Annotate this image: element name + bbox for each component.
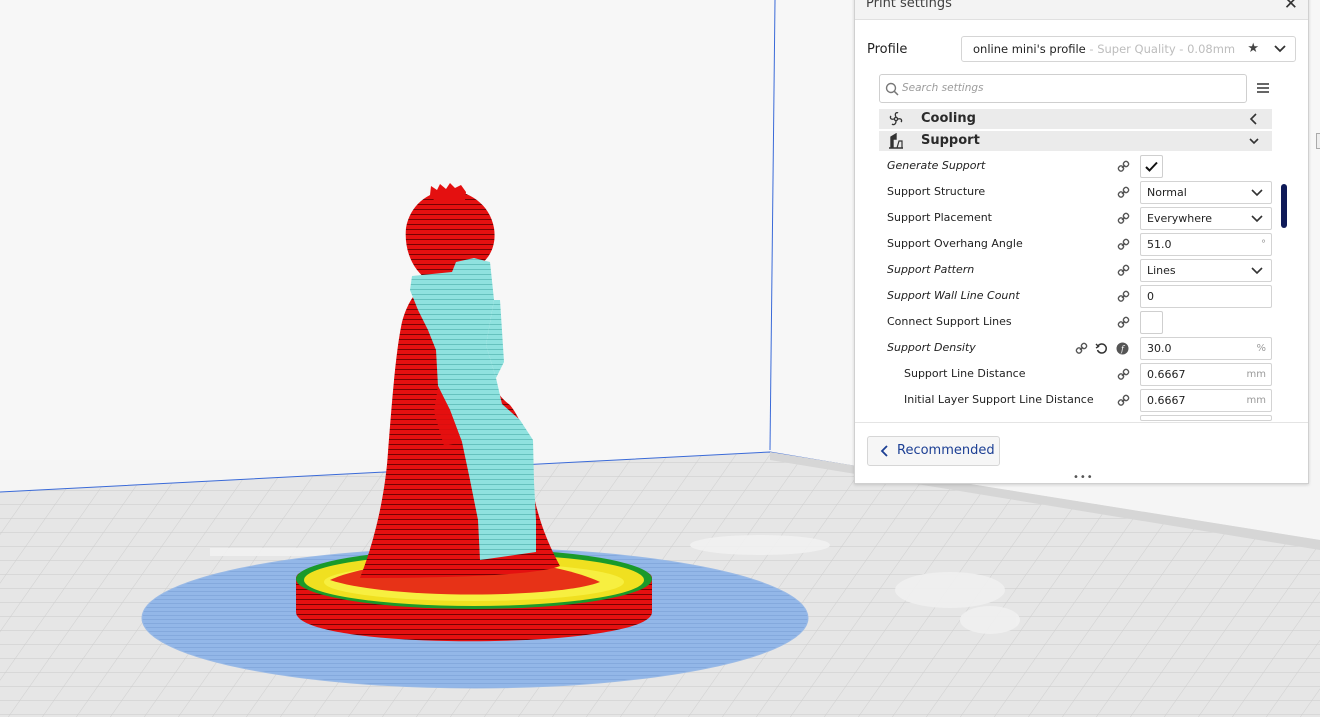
field-unit: mm (1246, 369, 1266, 380)
panel-header: Print settings ✕ (855, 0, 1308, 20)
dropdown-value: Lines (1147, 264, 1176, 277)
chevron-down-icon (1251, 267, 1263, 275)
link-icon[interactable] (1117, 316, 1130, 329)
setting-support-density: Support Density f 30.0 % (879, 337, 1275, 361)
setting-label: Initial Layer Support Line Distance (904, 393, 1094, 406)
category-cooling[interactable]: Cooling (879, 109, 1272, 129)
setting-label: Support Pattern (887, 263, 975, 276)
profile-quality: - Super Quality - 0.08mm (1085, 42, 1236, 56)
setting-support-structure: Support Structure Normal (879, 181, 1275, 205)
setting-support-wall-line-count: Support Wall Line Count 0 (879, 285, 1275, 309)
star-icon[interactable]: ★ (1247, 37, 1259, 61)
link-icon[interactable] (1117, 394, 1130, 407)
fan-icon (889, 111, 903, 126)
generate-support-checkbox[interactable] (1140, 155, 1163, 178)
recommended-button[interactable]: Recommended (867, 436, 1000, 466)
support-density-field[interactable]: 30.0 % (1140, 337, 1272, 360)
profile-name: online mini's profile (973, 42, 1086, 56)
setting-initial-layer-support-line-distance: Initial Layer Support Line Distance 0.66… (879, 389, 1275, 413)
dropdown-value: Everywhere (1147, 212, 1213, 225)
field-value: 51.0 (1147, 238, 1172, 251)
dropdown-value: Normal (1147, 186, 1187, 199)
field-value: 30.0 (1147, 342, 1172, 355)
chevron-down-icon (1249, 138, 1259, 145)
connect-support-lines-checkbox[interactable] (1140, 311, 1163, 334)
setting-support-overhang-angle: Support Overhang Angle 51.0 ° (879, 233, 1275, 257)
setting-support-pattern: Support Pattern Lines (879, 259, 1275, 283)
link-icon[interactable] (1117, 368, 1130, 381)
overhang-angle-field[interactable]: 51.0 ° (1140, 233, 1272, 256)
support-structure-dropdown[interactable]: Normal (1140, 181, 1272, 204)
profile-label: Profile (867, 42, 908, 57)
link-icon[interactable] (1117, 212, 1130, 225)
setting-support-line-distance: Support Line Distance 0.6667 mm (879, 363, 1275, 387)
link-icon[interactable] (1075, 342, 1088, 355)
resize-handle[interactable]: ••• (1073, 473, 1094, 483)
initial-layer-line-distance-field[interactable]: 0.6667 mm (1140, 389, 1272, 412)
link-icon[interactable] (1117, 264, 1130, 277)
setting-label: Support Overhang Angle (887, 237, 1023, 250)
function-icon: f (1116, 342, 1129, 355)
chevron-down-icon (1251, 215, 1263, 223)
settings-list[interactable]: Cooling Support Generate Support Support… (879, 109, 1275, 421)
print-settings-panel: Print settings ✕ Profile online mini's p… (854, 0, 1309, 484)
category-label: Cooling (921, 111, 976, 126)
chevron-left-icon (1249, 113, 1257, 125)
setting-connect-support-lines: Connect Support Lines (879, 311, 1275, 335)
search-icon (885, 82, 899, 96)
checkmark-icon (1145, 161, 1158, 172)
setting-next-partial (879, 415, 1275, 421)
viewport-side-tab[interactable] (1316, 133, 1320, 149)
support-icon (889, 133, 903, 149)
field-unit: mm (1246, 395, 1266, 406)
link-icon[interactable] (1117, 290, 1130, 303)
setting-label: Support Line Distance (904, 367, 1026, 380)
support-pattern-dropdown[interactable]: Lines (1140, 259, 1272, 282)
setting-label: Connect Support Lines (887, 315, 1012, 328)
link-icon[interactable] (1117, 186, 1130, 199)
setting-generate-support: Generate Support (879, 155, 1275, 179)
field-value: 0.6667 (1147, 368, 1186, 381)
setting-label: Support Placement (887, 211, 992, 224)
support-placement-dropdown[interactable]: Everywhere (1140, 207, 1272, 230)
recommended-label: Recommended (897, 443, 995, 458)
support-line-distance-field[interactable]: 0.6667 mm (1140, 363, 1272, 386)
setting-support-placement: Support Placement Everywhere (879, 207, 1275, 231)
setting-label: Support Structure (887, 185, 986, 198)
close-icon[interactable]: ✕ (1284, 0, 1298, 14)
setting-label: Support Density (887, 341, 976, 354)
wall-line-count-field[interactable]: 0 (1140, 285, 1272, 308)
chevron-down-icon (1274, 45, 1286, 53)
category-label: Support (921, 133, 980, 148)
field-unit: ° (1261, 239, 1266, 250)
search-placeholder: Search settings (902, 82, 984, 94)
field-value: 0.6667 (1147, 394, 1186, 407)
profile-selector[interactable]: online mini's profile - Super Quality - … (961, 36, 1296, 62)
chevron-down-icon (1251, 189, 1263, 197)
chevron-left-icon (880, 445, 888, 457)
category-support[interactable]: Support (879, 131, 1272, 151)
link-icon[interactable] (1117, 160, 1130, 173)
panel-divider (855, 422, 1308, 423)
field-unit: % (1256, 343, 1266, 354)
search-input[interactable]: Search settings (879, 74, 1247, 103)
reset-icon[interactable] (1095, 342, 1108, 355)
next-field-partial[interactable] (1140, 415, 1272, 421)
link-icon[interactable] (1117, 238, 1130, 251)
setting-label: Support Wall Line Count (887, 289, 1020, 302)
settings-scrollbar[interactable] (1281, 184, 1287, 228)
setting-label: Generate Support (887, 159, 986, 172)
menu-icon[interactable] (1256, 82, 1270, 94)
panel-title: Print settings (866, 0, 952, 11)
field-value: 0 (1147, 290, 1154, 303)
